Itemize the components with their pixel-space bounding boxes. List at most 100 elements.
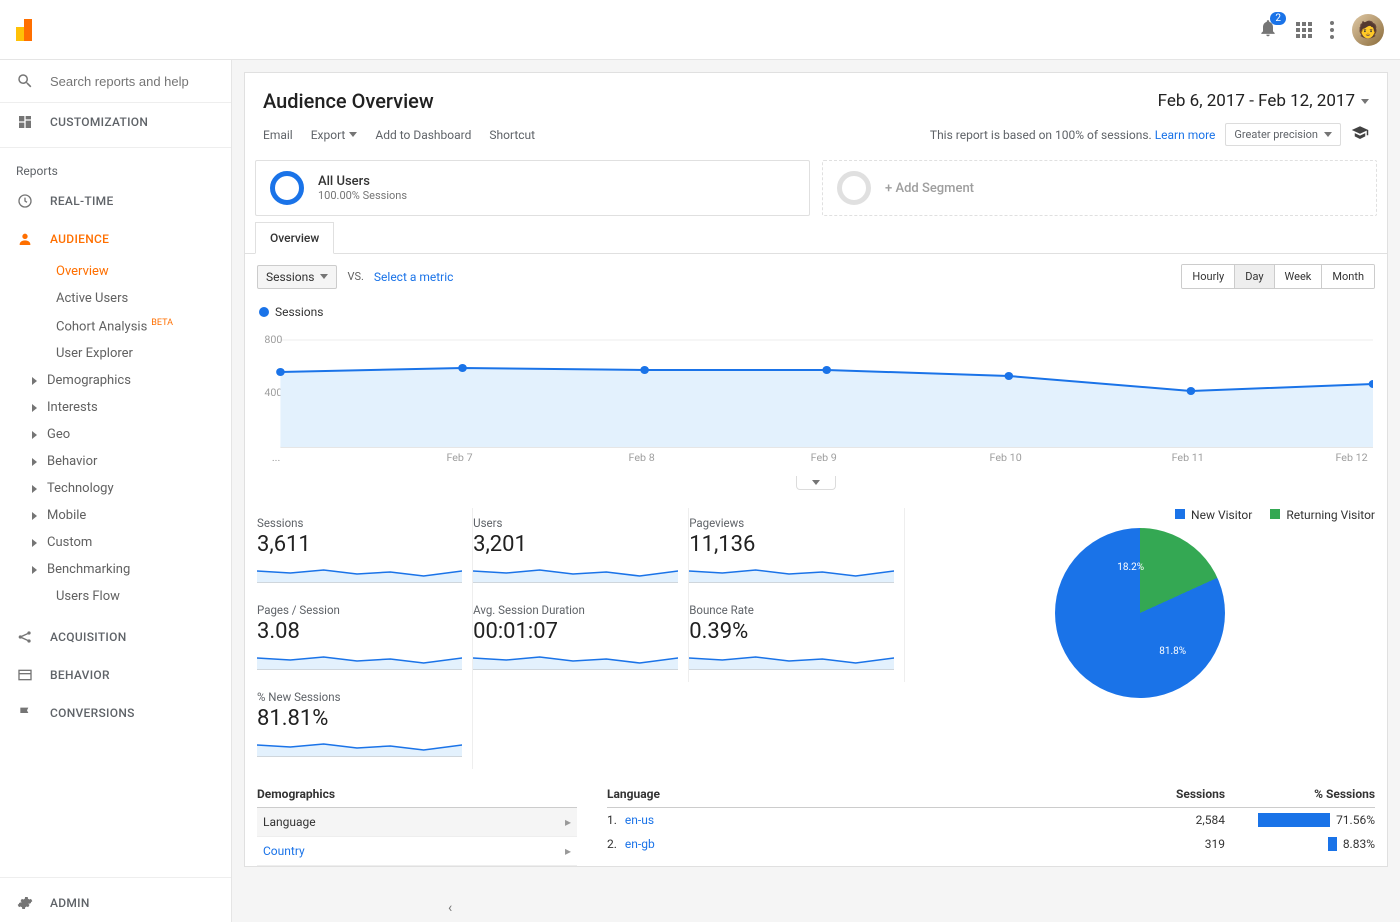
svg-text:Feb 7: Feb 7 [446,451,472,464]
sessions-col-header: Sessions [1145,787,1225,801]
segment-all-users[interactable]: All Users 100.00% Sessions [255,160,810,216]
metric-label: Pages / Session [257,603,462,617]
demo-item[interactable]: Country▸ [257,837,577,866]
export-link[interactable]: Export [311,128,358,142]
metric-select[interactable]: Sessions [257,265,337,289]
avatar[interactable]: 🧑 [1352,14,1384,46]
nav-active-users[interactable]: Active Users [0,285,231,312]
tab-overview[interactable]: Overview [255,222,334,254]
svg-text:Feb 9: Feb 9 [811,451,837,464]
search-input[interactable] [50,74,215,89]
sparkline [257,648,462,670]
nav-acquisition[interactable]: ACQUISITION [0,618,231,656]
sidebar: CUSTOMIZATION Reports REAL-TIME AUDIENCE… [0,60,232,922]
svg-text:400: 400 [264,386,282,399]
gran-month[interactable]: Month [1322,265,1374,288]
metric-cell[interactable]: Pages / Session 3.08 [257,595,473,682]
caret-icon [32,431,37,439]
lang-link[interactable]: en-us [625,813,654,827]
nav-users-flow[interactable]: Users Flow [0,583,231,610]
search-icon[interactable] [16,72,34,90]
page-title: Audience Overview [263,89,434,113]
svg-text:Feb 10: Feb 10 [990,451,1022,464]
sparkline [689,561,894,583]
notifications-icon[interactable]: 2 [1258,18,1278,42]
expand-chart-button[interactable] [796,476,836,490]
main: Audience Overview Feb 6, 2017 - Feb 12, … [232,60,1400,922]
share-icon [16,628,34,646]
metric-label: % New Sessions [257,690,462,704]
nav-audience[interactable]: AUDIENCE [0,220,231,258]
gran-day[interactable]: Day [1235,265,1274,288]
svg-text:...: ... [272,451,280,464]
dashboard-icon [16,113,34,131]
education-icon[interactable] [1351,124,1369,145]
learn-more-link[interactable]: Learn more [1155,128,1216,142]
metric-label: Pageviews [689,516,894,530]
nav-admin[interactable]: ADMIN [0,884,231,922]
gran-hourly[interactable]: Hourly [1182,265,1235,288]
nav-mobile[interactable]: Mobile [0,502,231,529]
more-icon[interactable] [1330,21,1334,39]
metric-cell[interactable]: Bounce Rate 0.39% [689,595,905,682]
caret-icon [32,512,37,520]
add-to-dashboard-link[interactable]: Add to Dashboard [375,128,471,142]
metric-label: Avg. Session Duration [473,603,678,617]
ga-logo[interactable] [16,19,38,41]
metric-cell[interactable]: Pageviews 11,136 [689,508,905,595]
precision-select[interactable]: Greater precision [1225,123,1341,146]
sparkline [473,561,678,583]
nav-overview[interactable]: Overview [0,258,231,285]
email-link[interactable]: Email [263,128,293,142]
metric-cell[interactable]: Sessions 3,611 [257,508,473,595]
table-row: 1.en-us 2,584 71.56% [607,808,1375,832]
nav-cohort[interactable]: Cohort AnalysisBETA [0,312,231,340]
flag-icon [16,704,34,722]
nav-benchmarking[interactable]: Benchmarking [0,556,231,583]
caret-icon [32,377,37,385]
caret-down-icon [320,274,328,279]
shortcut-link[interactable]: Shortcut [489,128,535,142]
svg-text:800: 800 [264,333,282,346]
sessions-chart: 800 400 ...Feb 7Feb 8Feb 9Feb 10Feb 11Fe… [259,323,1373,473]
caret-down-icon [812,480,820,485]
select-metric-link[interactable]: Select a metric [374,270,454,284]
sparkline [689,648,894,670]
nav-realtime[interactable]: REAL-TIME [0,182,231,220]
metric-cell[interactable]: Avg. Session Duration 00:01:07 [473,595,689,682]
pct-col-header: % Sessions [1225,787,1375,801]
nav-customization[interactable]: CUSTOMIZATION [0,103,231,141]
apps-icon[interactable] [1296,22,1312,38]
chevron-right-icon: ▸ [565,844,571,858]
metric-cell[interactable]: Users 3,201 [473,508,689,595]
nav-technology[interactable]: Technology [0,475,231,502]
gear-icon [16,894,34,912]
caret-down-icon [1324,132,1332,137]
nav-geo[interactable]: Geo [0,421,231,448]
report-note: This report is based on 100% of sessions… [930,128,1216,142]
legend-square-icon [1270,509,1280,519]
nav-interests[interactable]: Interests [0,394,231,421]
nav-behavior-sub[interactable]: Behavior [0,448,231,475]
gran-week[interactable]: Week [1275,265,1323,288]
lang-link[interactable]: en-gb [625,837,655,851]
grid-icon [16,666,34,684]
metric-label: Users [473,516,678,530]
caret-icon [32,485,37,493]
metric-cell[interactable]: % New Sessions 81.81% [257,682,473,769]
nav-custom[interactable]: Custom [0,529,231,556]
caret-icon [32,404,37,412]
nav-user-explorer[interactable]: User Explorer [0,340,231,367]
pct-bar [1258,813,1330,827]
legend-square-icon [1175,509,1185,519]
nav-behavior[interactable]: BEHAVIOR [0,656,231,694]
pct-bar [1328,837,1337,851]
add-segment[interactable]: + Add Segment [822,160,1377,216]
date-range-picker[interactable]: Feb 6, 2017 - Feb 12, 2017 [1158,91,1369,111]
sidebar-collapse-button[interactable]: ‹ [448,900,452,916]
person-icon [16,230,34,248]
nav-conversions[interactable]: CONVERSIONS [0,694,231,732]
nav-demographics[interactable]: Demographics [0,367,231,394]
granularity-toggle: Hourly Day Week Month [1181,264,1375,289]
demo-item[interactable]: Language▸ [257,808,577,837]
